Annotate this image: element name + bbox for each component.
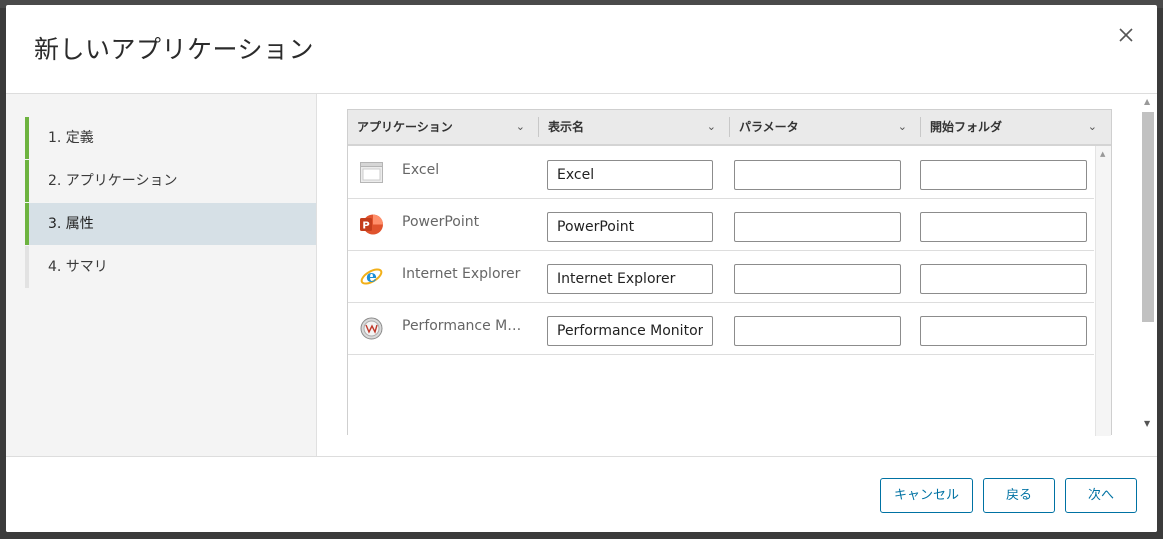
column-header-application[interactable]: アプリケーション ⌄ (348, 110, 539, 144)
column-label: 開始フォルダ (930, 120, 1003, 134)
dialog-header: 新しいアプリケーション (6, 5, 1157, 94)
chevron-down-icon[interactable]: ⌄ (516, 110, 525, 144)
step-summary[interactable]: 4. サマリ (25, 246, 316, 288)
app-name: Performance Monitor (402, 318, 528, 334)
chevron-down-icon[interactable]: ⌄ (898, 110, 907, 144)
scroll-up-icon[interactable]: ▲ (1100, 150, 1105, 158)
column-label: アプリケーション (357, 120, 453, 134)
app-name: PowerPoint (402, 214, 480, 230)
parameters-input[interactable] (734, 316, 901, 346)
column-label: 表示名 (548, 120, 585, 134)
wizard-steps: 1. 定義 2. アプリケーション 3. 属性 4. サマリ (6, 94, 317, 456)
app-name: Excel (402, 162, 440, 178)
grid-header: アプリケーション ⌄ 表示名 ⌄ パラメータ ⌄ 開始フォルダ ⌄ (348, 110, 1111, 146)
step-label: 1. 定義 (48, 130, 94, 146)
next-button[interactable]: 次へ (1065, 478, 1137, 513)
table-row: Excel (348, 147, 1094, 199)
display-name-input[interactable] (547, 160, 713, 190)
column-header-display-name[interactable]: 表示名 ⌄ (539, 110, 730, 144)
parameters-input[interactable] (734, 160, 901, 190)
dialog-title: 新しいアプリケーション (34, 35, 315, 64)
close-icon[interactable] (1114, 23, 1138, 47)
content-panel: アプリケーション ⌄ 表示名 ⌄ パラメータ ⌄ 開始フォルダ ⌄ Excel … (317, 94, 1157, 456)
grid-scrollbar[interactable]: ▲ (1095, 146, 1111, 436)
internet-explorer-icon: e (360, 265, 383, 288)
cancel-button[interactable]: キャンセル (880, 478, 973, 513)
scroll-up-icon[interactable]: ▲ (1144, 97, 1150, 106)
scroll-down-icon[interactable]: ▼ (1144, 419, 1150, 428)
step-label: 3. 属性 (48, 216, 94, 232)
performance-monitor-icon (360, 317, 383, 340)
display-name-input[interactable] (547, 316, 713, 346)
chevron-down-icon[interactable]: ⌄ (1088, 110, 1097, 144)
back-button[interactable]: 戻る (983, 478, 1055, 513)
column-header-start-folder[interactable]: 開始フォルダ ⌄ (921, 110, 1111, 144)
powerpoint-icon: P (360, 213, 383, 236)
step-application[interactable]: 2. アプリケーション (25, 160, 316, 202)
start-folder-input[interactable] (920, 160, 1087, 190)
table-row: e Internet Explorer (348, 251, 1094, 303)
excel-icon (360, 161, 383, 184)
start-folder-input[interactable] (920, 212, 1087, 242)
chevron-down-icon[interactable]: ⌄ (707, 110, 716, 144)
dialog-footer: キャンセル 戻る 次へ (6, 456, 1157, 532)
svg-text:e: e (366, 267, 377, 287)
step-definition[interactable]: 1. 定義 (25, 117, 316, 159)
display-name-input[interactable] (547, 264, 713, 294)
content-scrollbar[interactable]: ▲ ▼ (1139, 94, 1157, 434)
display-name-input[interactable] (547, 212, 713, 242)
scrollbar-thumb[interactable] (1142, 112, 1154, 322)
parameters-input[interactable] (734, 212, 901, 242)
start-folder-input[interactable] (920, 264, 1087, 294)
app-name: Internet Explorer (402, 266, 521, 282)
start-folder-input[interactable] (920, 316, 1087, 346)
table-row: Performance Monitor (348, 303, 1094, 355)
column-label: パラメータ (739, 120, 799, 134)
step-label: 4. サマリ (48, 259, 108, 275)
table-row: P PowerPoint (348, 199, 1094, 251)
svg-text:P: P (362, 221, 369, 232)
step-label: 2. アプリケーション (48, 173, 178, 189)
column-header-parameters[interactable]: パラメータ ⌄ (730, 110, 921, 144)
new-application-dialog: 新しいアプリケーション 1. 定義 2. アプリケーション 3. 属性 4. サ… (6, 5, 1157, 532)
parameters-input[interactable] (734, 264, 901, 294)
application-grid: アプリケーション ⌄ 表示名 ⌄ パラメータ ⌄ 開始フォルダ ⌄ Excel … (347, 109, 1112, 436)
step-attributes[interactable]: 3. 属性 (25, 203, 316, 245)
